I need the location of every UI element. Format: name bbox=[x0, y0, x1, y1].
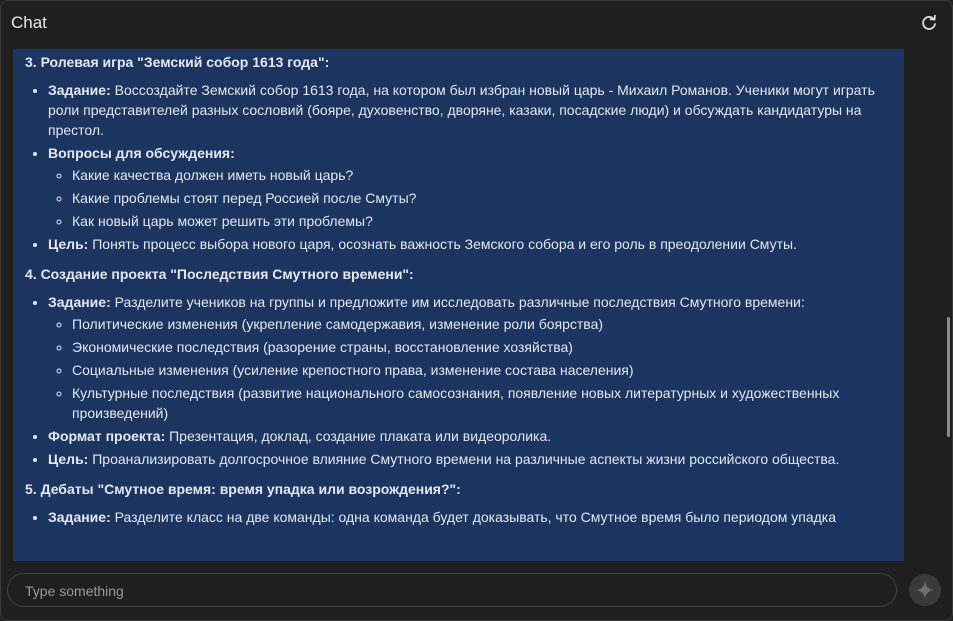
message-content: 3. Ролевая игра "Земский собор 1613 года… bbox=[13, 49, 904, 561]
scrollbar-thumb[interactable] bbox=[947, 317, 950, 437]
list-item: Как новый царь может решить эти проблемы… bbox=[72, 211, 892, 231]
list-item: Задание: Воссоздайте Земский собор 1613 … bbox=[48, 80, 892, 140]
message-input[interactable] bbox=[23, 580, 877, 602]
list-item: Задание: Разделите класс на две команды:… bbox=[48, 507, 892, 527]
section-3: 3. Ролевая игра "Земский собор 1613 года… bbox=[25, 52, 892, 254]
list-item: Цель: Понять процесс выбора нового царя,… bbox=[48, 234, 892, 254]
section-5: 5. Дебаты "Смутное время: время упадка и… bbox=[25, 479, 892, 527]
chat-header: Chat bbox=[1, 1, 952, 45]
list-item: Культурные последствия (развитие национа… bbox=[72, 383, 892, 423]
list-item: Задание: Разделите учеников на группы и … bbox=[48, 292, 892, 423]
list-item: Политические изменения (укрепление самод… bbox=[72, 314, 892, 334]
list-item: Экономические последствия (разорение стр… bbox=[72, 337, 892, 357]
section-heading: 3. Ролевая игра "Земский собор 1613 года… bbox=[25, 54, 330, 70]
section-heading: 4. Создание проекта "Последствия Смутног… bbox=[25, 266, 414, 282]
list-item: Социальные изменения (усиление крепостно… bbox=[72, 360, 892, 380]
list-item: Какие качества должен иметь новый царь? bbox=[72, 165, 892, 185]
sparkle-icon bbox=[916, 581, 934, 599]
chat-title: Chat bbox=[11, 13, 47, 32]
section-4: 4. Создание проекта "Последствия Смутног… bbox=[25, 264, 892, 469]
refresh-icon[interactable] bbox=[920, 14, 938, 32]
list-item: Цель: Проанализировать долгосрочное влия… bbox=[48, 449, 892, 469]
list-item: Какие проблемы стоят перед Россией после… bbox=[72, 188, 892, 208]
chat-panel: Chat 3. Ролевая игра "Земский собор 1613… bbox=[0, 0, 953, 621]
section-heading: 5. Дебаты "Смутное время: время упадка и… bbox=[25, 481, 461, 497]
send-button[interactable] bbox=[909, 574, 941, 606]
list-item: Формат проекта: Презентация, доклад, соз… bbox=[48, 426, 892, 446]
message-input-container bbox=[7, 573, 897, 607]
list-item: Вопросы для обсуждения: Какие качества д… bbox=[48, 143, 892, 231]
